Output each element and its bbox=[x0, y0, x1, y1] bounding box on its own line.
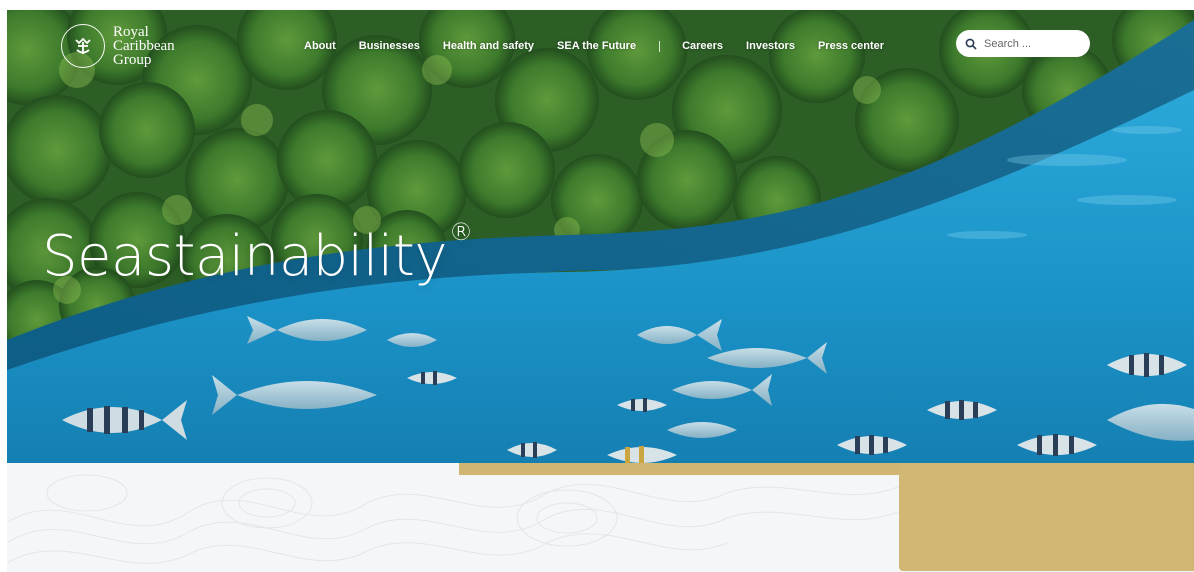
search-box[interactable] bbox=[956, 30, 1090, 57]
nav-careers[interactable]: Careers bbox=[682, 40, 723, 52]
search-icon bbox=[965, 38, 977, 50]
topographic-pattern bbox=[7, 474, 907, 564]
brand-name-line: Caribbean bbox=[113, 38, 175, 54]
nav-about[interactable]: About bbox=[304, 40, 336, 52]
nav-divider bbox=[659, 40, 661, 52]
hero-banner: Royal Caribbean Group About Businesses H… bbox=[7, 10, 1194, 463]
registered-mark: ® bbox=[448, 218, 473, 246]
brand-name-line: Royal bbox=[113, 24, 149, 40]
brand-logo[interactable]: Royal Caribbean Group bbox=[61, 24, 175, 68]
crown-anchor-icon bbox=[61, 24, 105, 68]
hero-title: Seastainability® bbox=[42, 218, 473, 289]
nav-sea-the-future[interactable]: SEA the Future bbox=[557, 40, 636, 52]
nav-health-and-safety[interactable]: Health and safety bbox=[443, 40, 534, 52]
main-nav: About Businesses Health and safety SEA t… bbox=[304, 40, 907, 52]
brand-name: Royal Caribbean Group bbox=[113, 24, 175, 68]
brand-name-line: Group bbox=[113, 52, 152, 68]
nav-press-center[interactable]: Press center bbox=[818, 40, 884, 52]
search-input[interactable] bbox=[982, 36, 1086, 51]
content-section bbox=[7, 463, 1194, 572]
nav-investors[interactable]: Investors bbox=[746, 40, 795, 52]
hero-title-text: Seastainability bbox=[42, 224, 447, 289]
nav-businesses[interactable]: Businesses bbox=[359, 40, 420, 52]
gold-accent-block bbox=[899, 463, 1194, 571]
